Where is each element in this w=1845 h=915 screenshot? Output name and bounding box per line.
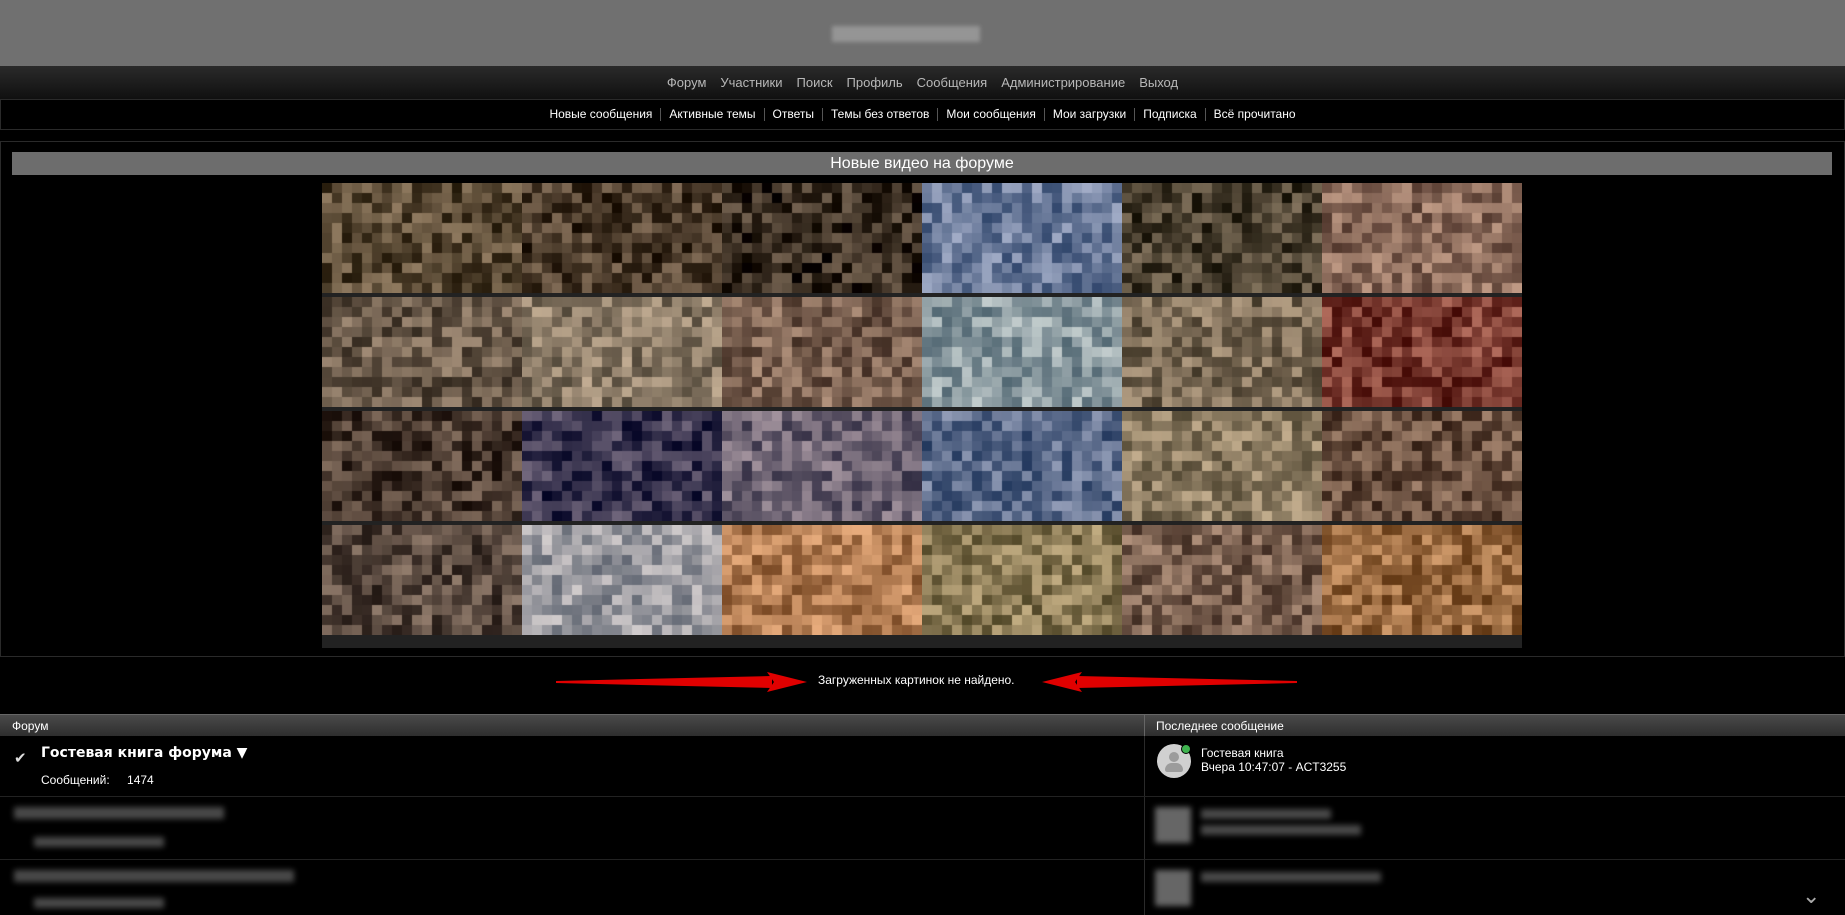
read-check-icon: ✔: [14, 750, 27, 767]
nav-logout[interactable]: Выход: [1139, 75, 1178, 90]
forum-banner: [0, 0, 1845, 67]
arrow-right-icon: [556, 672, 807, 692]
video-thumbnail[interactable]: [522, 411, 722, 521]
redacted-forum-title[interactable]: [14, 870, 294, 882]
redacted-forum-stats: [34, 898, 164, 908]
subnav-my-posts[interactable]: Мои сообщения: [937, 108, 1043, 121]
col-forum-header: Форум: [12, 719, 49, 733]
redacted-forum-stats: [34, 837, 164, 847]
video-thumbnail-grid: [322, 183, 1522, 648]
last-post-meta: Вчера 10:47:07 - ACT3255: [1201, 760, 1347, 774]
video-thumbnail[interactable]: [1322, 525, 1522, 635]
nav-members[interactable]: Участники: [720, 75, 782, 90]
nav-forum[interactable]: Форум: [667, 75, 707, 90]
video-thumbnail[interactable]: [322, 297, 522, 407]
redacted-forum-title[interactable]: [14, 807, 224, 819]
subnav-unanswered[interactable]: Темы без ответов: [822, 108, 937, 121]
new-videos-block: Новые видео на форуме: [0, 141, 1845, 657]
video-thumbnail[interactable]: [1322, 297, 1522, 407]
main-nav: Форум Участники Поиск Профиль Сообщения …: [0, 66, 1845, 100]
subnav-subscription[interactable]: Подписка: [1134, 108, 1204, 121]
video-thumbnail[interactable]: [1322, 183, 1522, 293]
forum-title-link[interactable]: Гостевая книга форума ▼: [41, 745, 247, 761]
video-thumbnail[interactable]: [1322, 411, 1522, 521]
posts-count: 1474: [127, 773, 154, 787]
chevron-down-icon[interactable]: ⌄: [1802, 884, 1820, 909]
forum-post-count: Сообщений: 1474: [41, 773, 154, 787]
video-thumbnail[interactable]: [1122, 183, 1322, 293]
forum-table-header: Форум Последнее сообщение: [0, 714, 1845, 736]
video-thumbnail[interactable]: [522, 525, 722, 635]
avatar[interactable]: [1155, 807, 1191, 843]
video-thumbnail[interactable]: [1122, 297, 1322, 407]
video-thumbnail[interactable]: [1122, 525, 1322, 635]
col-last-post-header: Последнее сообщение: [1156, 719, 1284, 733]
video-thumbnail[interactable]: [922, 525, 1122, 635]
video-thumbnail[interactable]: [722, 525, 922, 635]
video-thumbnail[interactable]: [322, 183, 522, 293]
subnav-active-topics[interactable]: Активные темы: [660, 108, 763, 121]
nav-search[interactable]: Поиск: [797, 75, 833, 90]
video-thumbnail[interactable]: [322, 525, 522, 635]
subnav-replies[interactable]: Ответы: [763, 108, 822, 121]
video-thumbnail[interactable]: [722, 411, 922, 521]
video-thumbnail[interactable]: [522, 297, 722, 407]
forum-logo-title[interactable]: [832, 26, 980, 42]
avatar[interactable]: [1157, 744, 1191, 778]
new-videos-title: Новые видео на форуме: [12, 152, 1832, 175]
last-post-topic[interactable]: Гостевая книга: [1201, 746, 1284, 760]
last-post-cell: [1144, 797, 1845, 859]
redacted-last-topic[interactable]: [1201, 809, 1331, 819]
subnav-mark-all-read[interactable]: Всё прочитано: [1204, 108, 1304, 121]
video-thumbnail[interactable]: [1122, 411, 1322, 521]
subnav-new-posts[interactable]: Новые сообщения: [541, 108, 660, 121]
posts-label: Сообщений:: [41, 773, 110, 787]
video-thumbnail[interactable]: [922, 297, 1122, 407]
video-thumbnail[interactable]: [922, 183, 1122, 293]
video-thumbnail[interactable]: [522, 183, 722, 293]
forum-row: ✔ Гостевая книга форума ▼ Сообщений: 147…: [0, 736, 1845, 797]
forum-row-redacted: [0, 860, 1845, 915]
last-post-cell: Гостевая книга Вчера 10:47:07 - ACT3255: [1144, 736, 1845, 796]
subnav-my-uploads[interactable]: Мои загрузки: [1043, 108, 1134, 121]
uploads-notice: Загруженных картинок не найдено.: [0, 670, 1845, 694]
nav-profile[interactable]: Профиль: [847, 75, 903, 90]
video-thumbnail[interactable]: [722, 183, 922, 293]
online-status-icon: [1181, 744, 1191, 754]
nav-admin[interactable]: Администрирование: [1001, 75, 1125, 90]
video-thumbnail[interactable]: [722, 297, 922, 407]
nav-messages[interactable]: Сообщения: [917, 75, 988, 90]
no-images-message: Загруженных картинок не найдено.: [818, 673, 1015, 687]
video-thumbnail[interactable]: [322, 411, 522, 521]
forum-row-redacted: [0, 797, 1845, 860]
arrow-left-icon: [1042, 672, 1297, 692]
avatar[interactable]: [1155, 870, 1191, 906]
redacted-last-topic[interactable]: [1201, 872, 1381, 882]
sub-nav: Новые сообщения Активные темы Ответы Тем…: [0, 99, 1845, 130]
video-thumbnail[interactable]: [922, 411, 1122, 521]
last-post-cell: [1144, 860, 1845, 915]
redacted-last-meta: [1201, 825, 1361, 835]
